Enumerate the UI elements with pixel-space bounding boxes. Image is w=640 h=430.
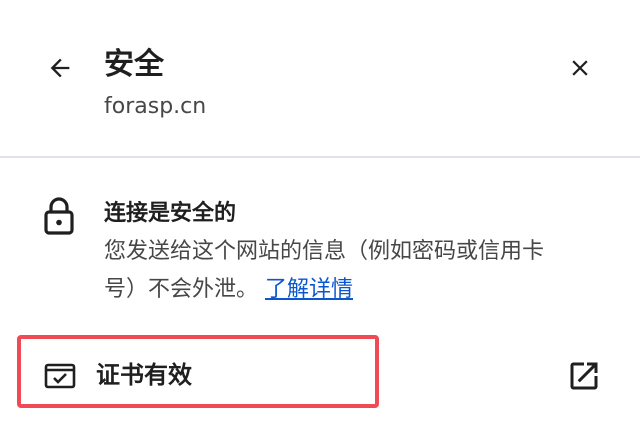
panel-header: 安全 forasp.cn [0, 0, 640, 156]
connection-description: 您发送给这个网站的信息（例如密码或信用卡 号）不会外泄。 了解详情 [104, 233, 604, 309]
back-button[interactable] [40, 48, 80, 88]
certificate-icon [44, 363, 76, 389]
close-button[interactable] [558, 48, 602, 88]
site-domain: forasp.cn [104, 94, 207, 119]
learn-more-link[interactable]: 了解详情 [265, 277, 353, 302]
site-security-panel: 安全 forasp.cn 连接是安全的 您发送给这个网站的信息（例如密码或信用卡… [0, 0, 640, 430]
connection-status-title: 连接是安全的 [104, 201, 237, 226]
description-line-2: 号）不会外泄。 了解详情 [104, 271, 604, 309]
arrow-left-icon [50, 58, 70, 78]
open-in-new-icon[interactable] [566, 358, 602, 394]
page-title: 安全 [104, 47, 164, 82]
description-line-1: 您发送给这个网站的信息（例如密码或信用卡 [104, 239, 545, 264]
certificate-valid-row[interactable]: 证书有效 [0, 334, 640, 420]
certificate-label: 证书有效 [96, 361, 192, 389]
description-line-2-text: 号）不会外泄。 [104, 277, 259, 302]
close-icon [572, 60, 588, 76]
lock-icon [44, 197, 74, 235]
header-divider [0, 156, 640, 158]
